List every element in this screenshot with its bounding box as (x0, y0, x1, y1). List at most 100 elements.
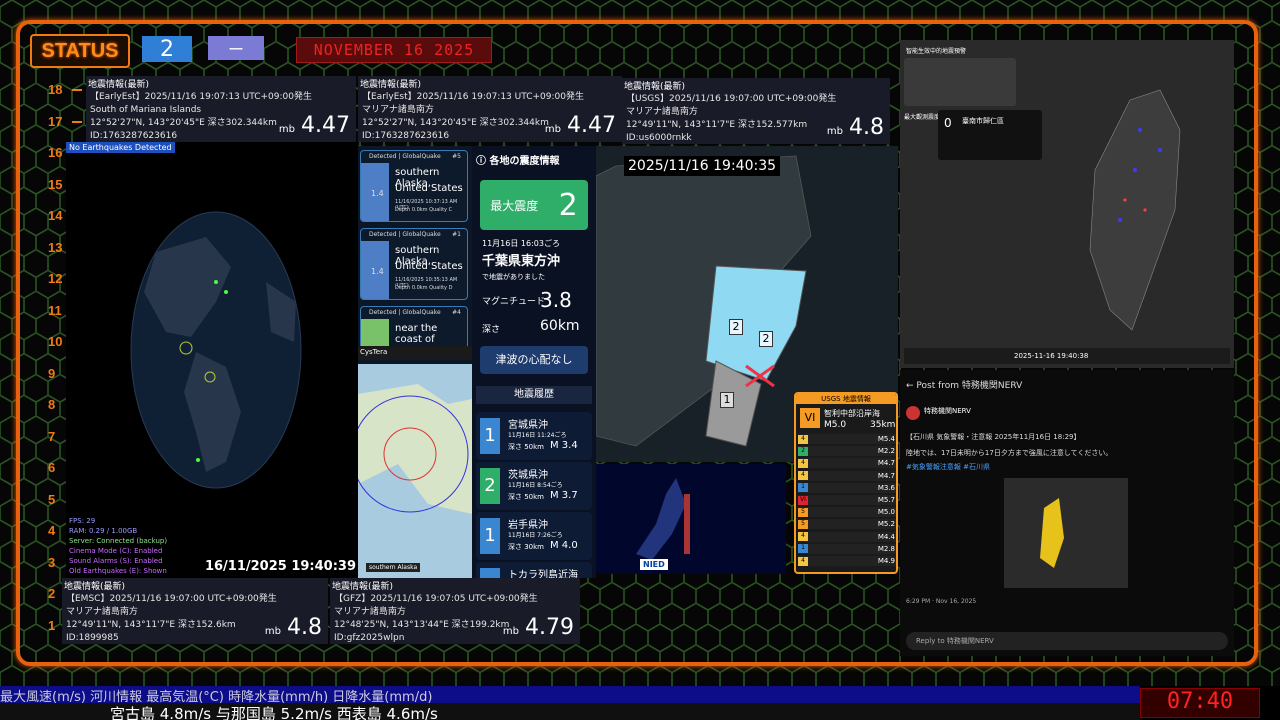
usgs-row-mag: M4.4 (877, 532, 895, 541)
gq-card[interactable]: Detected | GlobalQuake #5 1.4 southern Alas… (360, 150, 468, 222)
history-intensity: 2 (480, 468, 500, 504)
usgs-row[interactable]: VI M5.7 (798, 495, 896, 505)
history-time: 11月16日 11:24ごろ (508, 432, 567, 439)
usgs-row[interactable]: 5 M5.2 (798, 519, 896, 530)
mag-type: mb (264, 626, 281, 637)
mag-value: 4.79 (525, 615, 574, 640)
ruler-number: 16 (48, 145, 63, 160)
usgs-row-level: 5 (798, 507, 808, 517)
usgs-row[interactable]: 2 M2.2 (798, 446, 896, 457)
post-header: ← Post from 特務機関NERV (906, 381, 1023, 391)
globalquake-panel: Detected | GlobalQuake #5 1.4 southern Alas… (358, 146, 472, 578)
level-indicator: 2 (142, 36, 192, 62)
usgs-row-level: 2 (798, 446, 808, 456)
usgs-row-level: 1 (798, 544, 808, 554)
usgs-row-mag: M5.7 (877, 496, 895, 504)
usgs-row[interactable]: 1 M2.8 (798, 543, 896, 554)
history-item[interactable]: 2 茨城県沖 11月16日 8:54ごろ 深さ 50km M 3.7 (476, 462, 592, 510)
readout-place: 臺南市歸仁區 (962, 117, 1004, 125)
broadcast-screen: STATUS 2 ー NOVEMBER 16 2025 18 17 16 15 14 13… (0, 0, 1280, 720)
gq-head: Detected | GlobalQuake (369, 231, 441, 238)
usgs-row[interactable]: 4 M4.7 (798, 470, 896, 481)
post-tags: #気象警報注意報 #石川県 (906, 463, 990, 471)
mag-type: mb (502, 626, 520, 637)
level-value: 2 (160, 36, 174, 62)
clock-display: 07:40 (1140, 688, 1260, 718)
usgs-row-level: 4 (798, 556, 808, 566)
usgs-row[interactable]: 4 M4.9 (798, 556, 896, 566)
post-image (1004, 478, 1128, 588)
avatar (906, 406, 920, 420)
mag-value: 4.8 (287, 615, 322, 640)
usgs-row[interactable]: 5 M5.0 (798, 507, 896, 518)
taiwan-readout: 0 臺南市歸仁區 (938, 110, 1042, 160)
history-mag: M 4.0 (550, 540, 578, 551)
history-depth: 深さ 50km (508, 443, 545, 451)
history-mag: M 3.7 (550, 490, 578, 501)
usgs-row-mag: M4.7 (877, 471, 895, 480)
usgs-row[interactable]: 4 M4.4 (798, 531, 896, 542)
ruler-number: 14 (48, 208, 63, 223)
usgs-row[interactable]: 4 M4.7 (798, 458, 896, 469)
gq-place2: United States (395, 183, 463, 194)
quake-info-card: 地震情報(最新) 【USGS】2025/11/16 19:07:00 UTC+09… (622, 78, 890, 144)
globe-stat-line: Server: Connected (backup) (69, 537, 168, 545)
gq-mag: 1.4 (371, 189, 384, 198)
taiwan-title: 智能生效中的地震預警 (906, 48, 967, 55)
magnitude-value: 3.8 (540, 288, 572, 312)
taiwan-label: 最大觀測震度 (904, 114, 941, 121)
history-item[interactable]: 1 岩手県沖 11月16日 7:26ごろ 深さ 30km M 4.0 (476, 512, 592, 560)
ruler-number: 11 (48, 302, 62, 318)
quake-time: 11月16日 16:03ごろ (482, 239, 560, 248)
gq-head: Detected | GlobalQuake (369, 153, 441, 160)
gq-meta: Depth 0.0km Quality D (395, 285, 453, 291)
globe-timestamp: 16/11/2025 19:40:39 (204, 559, 356, 574)
ruler-number: 5 (48, 491, 56, 507)
mag-type: mb (544, 124, 562, 135)
intensity-marker: 1 (720, 392, 734, 408)
post-time: 6:29 PM · Nov 16, 2025 (906, 598, 977, 605)
quake-source: 【EarlyEst】2025/11/16 19:07:13 UTC+09:00発… (90, 92, 312, 102)
ruler-number: 3 (48, 554, 56, 570)
magnitude: mb 4.79 (503, 615, 574, 640)
post-author: 特務機関NERV (924, 407, 971, 415)
usgs-row-mag: M3.6 (877, 483, 895, 492)
usgs-row-mag: M4.7 (877, 459, 895, 468)
gq-meta: Depth 0.0km Quality C (395, 207, 453, 213)
tsunami-notice: 津波の心配なし (480, 346, 588, 374)
taiwan-timestamp: 2025-11-16 19:40:38 (904, 348, 1230, 364)
quake-note: で地震がありました (482, 273, 545, 281)
usgs-row-level: 5 (798, 519, 808, 529)
usgs-row[interactable]: 4 M5.4 (798, 434, 896, 444)
map-timestamp: 2025/11/16 19:40:35 (624, 156, 781, 176)
history-intensity: 1 (480, 518, 500, 554)
max-intensity-label: 最大震度 (490, 198, 539, 213)
x-post-panel: ← Post from 特務機関NERV 特務機関NERV 【石川県 気象警報・… (900, 370, 1234, 656)
nied-logo: NIED (640, 559, 668, 570)
gq-card[interactable]: Detected | GlobalQuake #1 1.4 southern Alas… (360, 228, 468, 300)
ruler-number: 4 (48, 523, 56, 538)
ruler-number: 7 (48, 428, 56, 444)
usgs-row[interactable]: 1 M3.6 (798, 482, 896, 493)
alaska-map: southern Alaska (358, 364, 472, 578)
ruler-number: 12 (48, 271, 63, 286)
quake-source: 【EMSC】2025/11/16 19:07:00 UTC+09:00発生 (66, 594, 277, 604)
history-place: 宮城県沖 (508, 420, 548, 431)
globe-map (130, 211, 302, 489)
quake-source: 【GFZ】2025/11/16 19:07:05 UTC+09:00発生 (334, 594, 538, 604)
usgs-row-level: 4 (798, 434, 808, 444)
mag-value: 4.47 (567, 113, 616, 138)
history-item[interactable]: トカラ列島近海 (476, 562, 592, 578)
usgs-depth: 35km (870, 420, 896, 430)
quake-source: 【EarlyEst】2025/11/16 19:07:13 UTC+09:00発… (362, 92, 584, 102)
quake-info-card: 地震情報(最新) 【EMSC】2025/11/16 19:07:00 UTC+09… (62, 578, 328, 644)
max-intensity-value: 2 (558, 187, 578, 223)
globe-stat-line: Old Earthquakes (E): Shown (69, 567, 167, 575)
history-item[interactable]: 1 宮城県沖 11月16日 11:24ごろ 深さ 50km M 3.4 (476, 412, 592, 460)
status-button[interactable]: STATUS (30, 34, 130, 68)
magnitude: mb 4.8 (827, 115, 884, 140)
ruler-number: 1 (48, 617, 56, 633)
reply-input[interactable]: Reply to 特務機関NERV (906, 632, 1228, 650)
nied-map: NIED (596, 464, 786, 574)
mag-value: 4.47 (301, 113, 350, 138)
